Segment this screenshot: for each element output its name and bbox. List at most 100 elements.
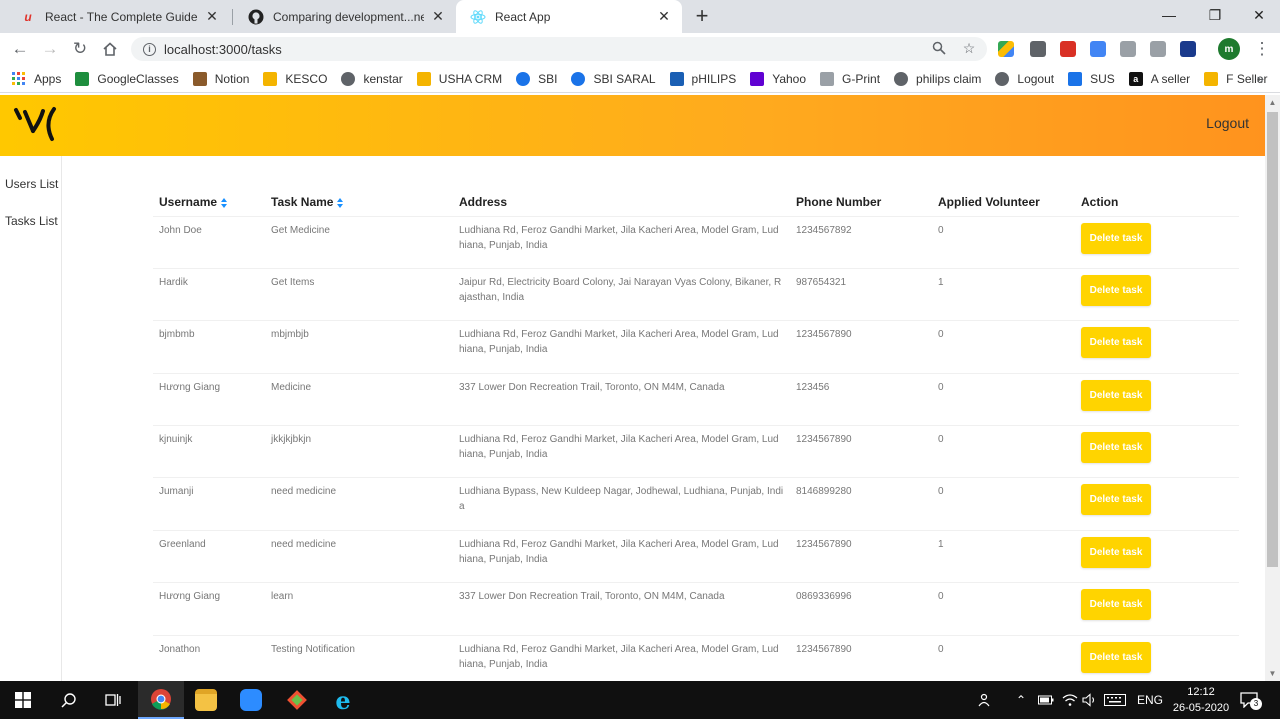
bookmark-philips-claim[interactable]: philips claim [894, 71, 981, 86]
bookmark-notion[interactable]: Notion [192, 71, 249, 86]
column-header-task-name[interactable]: Task Name [265, 189, 453, 217]
close-icon[interactable]: ✕ [656, 8, 672, 25]
bookmark-label: SUS [1090, 71, 1115, 86]
delete-task-button[interactable]: Delete task [1081, 589, 1151, 621]
zoom-icon[interactable] [928, 37, 950, 59]
bookmark-a-seller[interactable]: a A seller [1128, 71, 1190, 86]
bookmark-g-print[interactable]: G-Print [820, 71, 880, 86]
close-icon[interactable]: ✕ [204, 8, 220, 25]
window-close-button[interactable]: ✕ [1236, 0, 1280, 30]
cell-phone: 1234567890 [790, 320, 932, 374]
profile-avatar[interactable]: m [1218, 38, 1240, 60]
bookmark-star-icon[interactable]: ☆ [958, 37, 980, 59]
address-bar[interactable]: i localhost:3000/tasks [131, 37, 987, 61]
forward-button[interactable]: → [38, 37, 62, 61]
bookmark-kenstar[interactable]: kenstar [341, 71, 403, 86]
delete-task-button[interactable]: Delete task [1081, 222, 1151, 254]
column-header-address: Address [453, 189, 790, 217]
scrollbar-thumb[interactable] [1267, 112, 1278, 567]
keyboard-icon[interactable] [1104, 681, 1126, 719]
bookmark-sbi[interactable]: SBI [516, 71, 557, 86]
bookmarks-bar: Apps GoogleClasses Notion KESCO kenstar … [0, 65, 1280, 93]
tab-github-compare[interactable]: Comparing development...new-fe ✕ [234, 0, 456, 33]
drive-extension-icon[interactable] [998, 41, 1014, 57]
close-icon[interactable]: ✕ [430, 8, 446, 25]
bookmark-apps[interactable]: Apps [12, 71, 61, 86]
bookmark-googleclasses[interactable]: GoogleClasses [75, 71, 179, 86]
taskbar-clock[interactable]: 12:12 26-05-2020 [1166, 684, 1236, 716]
delete-task-button[interactable]: Delete task [1081, 274, 1151, 306]
delete-task-button[interactable]: Delete task [1081, 484, 1151, 516]
logout-link[interactable]: Logout [1206, 115, 1249, 131]
menu-button[interactable]: ⋮ [1250, 37, 1274, 61]
bookmarks-overflow-icon[interactable]: » [1257, 71, 1264, 86]
minimize-button[interactable]: — [1146, 0, 1192, 30]
sidebar-item-users[interactable]: Users List [0, 166, 61, 203]
translate-extension-icon[interactable] [1090, 41, 1106, 57]
taskbar-file-explorer[interactable] [183, 681, 229, 719]
tab-react-app[interactable]: React App ✕ [456, 0, 682, 33]
reload-button[interactable]: ↻ [68, 37, 92, 61]
vertical-scrollbar[interactable]: ▲ ▼ [1265, 95, 1280, 681]
scroll-down-arrow[interactable]: ▼ [1265, 666, 1280, 681]
chevron-up-icon[interactable]: ⌃ [1016, 681, 1026, 719]
restore-button[interactable]: ❐ [1192, 0, 1238, 30]
screen-extension-icon[interactable] [1180, 41, 1196, 57]
cell-action: Delete task [1075, 582, 1180, 636]
home-button[interactable] [98, 37, 122, 61]
delete-task-button[interactable]: Delete task [1081, 432, 1151, 464]
url-text: localhost:3000/tasks [164, 41, 282, 57]
chrome-icon [151, 689, 171, 710]
delete-task-button[interactable]: Delete task [1081, 327, 1151, 359]
cell-action: Delete task [1075, 425, 1180, 479]
home-icon [103, 42, 117, 56]
people-icon[interactable] [978, 681, 994, 719]
bookmark-usha-crm[interactable]: USHA CRM [416, 71, 502, 86]
apps-grid-icon [12, 71, 26, 86]
browser-tab-strip: u React - The Complete Guide (incl ✕ Com… [0, 0, 1280, 33]
camera-extension-icon[interactable] [1150, 41, 1166, 57]
tab-react-guide[interactable]: u React - The Complete Guide (incl ✕ [6, 0, 230, 33]
table-row: Jumanji need medicine Ludhiana Bypass, N… [153, 477, 1239, 531]
bookmark-yahoo[interactable]: Yahoo [750, 71, 806, 86]
task-view-button[interactable] [90, 681, 136, 719]
language-indicator[interactable]: ENG [1137, 681, 1163, 719]
cell-task-name: Testing Notification [265, 635, 453, 681]
wifi-icon[interactable] [1062, 681, 1078, 719]
app-header: Logout [0, 95, 1265, 156]
bookmark-sus[interactable]: SUS [1068, 71, 1115, 86]
bookmark-sbi-saral[interactable]: SBI SARAL [571, 71, 656, 86]
start-button[interactable] [0, 681, 46, 719]
taskbar-zoom[interactable] [228, 681, 274, 719]
red-extension-icon[interactable] [1060, 41, 1076, 57]
browser-toolbar: ← → ↻ i localhost:3000/tasks ☆ m ⋮ [0, 33, 1280, 65]
bookmark-philips[interactable]: pHILIPS [669, 71, 736, 86]
scroll-up-arrow[interactable]: ▲ [1265, 95, 1280, 110]
action-center-button[interactable]: 3 [1238, 689, 1262, 711]
sidebar-item-tasks[interactable]: Tasks List [0, 203, 61, 240]
new-tab-button[interactable]: + [690, 3, 714, 28]
page-viewport: Logout Users List Tasks List Username Ta… [0, 95, 1280, 681]
info-icon[interactable]: i [143, 42, 156, 56]
bookmark-label: Logout [1017, 71, 1055, 86]
shield-extension-icon[interactable] [1030, 41, 1046, 57]
bookmark-logout[interactable]: Logout [995, 71, 1055, 86]
bookmark-kesco[interactable]: KESCO [263, 71, 327, 86]
taskbar-git[interactable] [274, 681, 320, 719]
delete-task-button[interactable]: Delete task [1081, 641, 1151, 673]
delete-task-button[interactable]: Delete task [1081, 536, 1151, 568]
volume-icon[interactable] [1082, 681, 1098, 719]
delete-task-button[interactable]: Delete task [1081, 379, 1151, 411]
cell-empty [1180, 477, 1239, 531]
sort-icon[interactable] [337, 198, 344, 209]
cell-task-name: Get Medicine [265, 216, 453, 269]
taskbar-chrome[interactable] [138, 681, 184, 719]
cell-phone: 1234567890 [790, 530, 932, 584]
column-header-username[interactable]: Username [153, 189, 265, 217]
taskbar-internet-explorer[interactable]: e [320, 681, 366, 719]
sort-icon[interactable] [221, 198, 228, 209]
cast-extension-icon[interactable] [1120, 41, 1136, 57]
search-button[interactable] [46, 681, 92, 719]
back-button[interactable]: ← [8, 37, 32, 61]
battery-icon[interactable] [1038, 681, 1054, 719]
